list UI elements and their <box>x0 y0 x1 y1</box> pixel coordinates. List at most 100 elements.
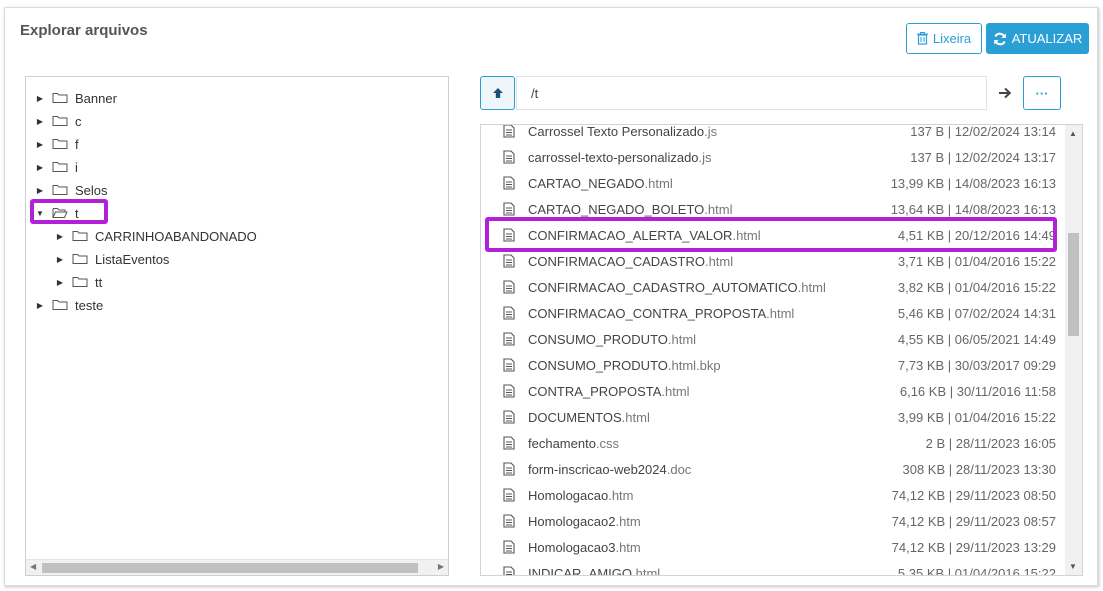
file-name: DOCUMENTOS.html <box>528 410 650 425</box>
file-extension: .html <box>632 565 661 576</box>
more-icon: ··· <box>1035 85 1049 101</box>
file-row[interactable]: CONFIRMACAO_CONTRA_PROPOSTA.html 5,46 KB … <box>481 300 1066 326</box>
file-icon <box>503 306 515 320</box>
file-base-name: carrossel-texto-personalizado <box>528 149 699 165</box>
file-icon <box>503 566 515 575</box>
more-options-button[interactable]: ··· <box>1023 76 1061 110</box>
file-icon <box>503 384 515 398</box>
scroll-down-icon[interactable]: ▼ <box>1069 562 1077 571</box>
file-name: CONTRA_PROPOSTA.html <box>528 384 690 399</box>
tree-item[interactable]: ▶ CARRINHOABANDONADO <box>54 226 257 246</box>
file-extension: .html.bkp <box>667 357 721 373</box>
file-icon <box>503 176 515 190</box>
file-name: CONSUMO_PRODUTO.html <box>528 332 696 347</box>
file-size-date: 7,73 KB | 30/03/2017 09:29 <box>897 357 1056 373</box>
caret-right-icon[interactable]: ▶ <box>54 232 66 241</box>
file-row[interactable]: carrossel-texto-personalizado.js 137 B | … <box>481 144 1066 170</box>
scroll-left-icon[interactable]: ◀ <box>30 562 36 571</box>
file-list-vertical-scrollbar[interactable]: ▲ ▼ <box>1065 125 1082 575</box>
file-icon <box>503 358 515 372</box>
file-base-name: Carrossel Texto Personalizado <box>528 124 705 139</box>
file-name: CARTAO_NEGADO.html <box>528 176 673 191</box>
file-extension: .html <box>644 175 673 191</box>
file-size-date: 3,99 KB | 01/04/2016 15:22 <box>897 409 1056 425</box>
tree-item[interactable]: ▶ c <box>34 111 82 131</box>
file-size-date: 4,55 KB | 06/05/2021 14:49 <box>897 331 1056 347</box>
caret-right-icon[interactable]: ▶ <box>34 186 46 195</box>
file-row[interactable]: fechamento.css 2 B | 28/11/2023 16:05 <box>481 430 1066 456</box>
go-button[interactable] <box>993 84 1017 102</box>
trash-icon <box>916 32 928 45</box>
tree-item-label: Selos <box>75 182 108 198</box>
caret-right-icon[interactable]: ▶ <box>34 140 46 149</box>
trash-button-label: Lixeira <box>932 31 972 46</box>
trash-button[interactable]: Lixeira <box>906 23 982 54</box>
file-row[interactable]: CONTRA_PROPOSTA.html 6,16 KB | 30/11/2016… <box>481 378 1066 404</box>
file-icon <box>503 488 515 502</box>
tree-item-label: f <box>75 136 79 152</box>
file-row[interactable]: CONSUMO_PRODUTO.html.bkp 7,73 KB | 30/03/… <box>481 352 1066 378</box>
caret-right-icon[interactable]: ▶ <box>54 255 66 264</box>
file-row[interactable]: CONFIRMACAO_CADASTRO_AUTOMATICO.html 3,82… <box>481 274 1066 300</box>
file-extension: .js <box>698 149 712 165</box>
file-size-date: 5,46 KB | 07/02/2024 14:31 <box>897 305 1056 321</box>
file-extension: .html <box>704 253 734 269</box>
file-base-name: INDICAR_AMIGO <box>528 565 633 576</box>
scroll-up-icon[interactable]: ▲ <box>1069 129 1077 138</box>
file-base-name: CARTAO_NEGADO <box>528 175 645 191</box>
file-name: CARTAO_NEGADO_BOLETO.html <box>528 202 732 217</box>
file-row[interactable]: CARTAO_NEGADO.html 13,99 KB | 14/08/2023 … <box>481 170 1066 196</box>
folder-icon <box>52 300 68 310</box>
tree-item[interactable]: ▶ ListaEventos <box>54 249 170 269</box>
file-size-date: 3,71 KB | 01/04/2016 15:22 <box>897 253 1056 269</box>
file-icon <box>503 125 515 138</box>
file-base-name: CONFIRMACAO_CONTRA_PROPOSTA <box>528 305 767 321</box>
tree-item[interactable]: ▶ Selos <box>34 180 108 200</box>
refresh-icon <box>993 32 1006 45</box>
file-row[interactable]: INDICAR_AMIGO.html 5,35 KB | 01/04/2016 1… <box>481 560 1066 576</box>
tree-item[interactable]: ▶ teste <box>34 295 103 315</box>
file-base-name: CARTAO_NEGADO_BOLETO <box>528 201 705 217</box>
file-row[interactable]: form-inscricao-web2024.doc 308 KB | 28/11… <box>481 456 1066 482</box>
file-extension: .html <box>797 279 826 295</box>
tree-item[interactable]: ▶ f <box>34 134 79 154</box>
refresh-button[interactable]: ATUALIZAR <box>986 23 1089 54</box>
file-row[interactable]: CONSUMO_PRODUTO.html 4,55 KB | 06/05/2021… <box>481 326 1066 352</box>
tree-item-label: CARRINHOABANDONADO <box>95 228 257 244</box>
path-input[interactable] <box>516 76 987 110</box>
file-base-name: CONTRA_PROPOSTA <box>528 383 662 399</box>
tree-item[interactable]: ▶ Banner <box>34 88 117 108</box>
caret-right-icon[interactable]: ▶ <box>34 301 46 310</box>
arrow-up-icon <box>492 88 503 98</box>
tree-item[interactable]: ▶ tt <box>54 272 102 292</box>
caret-right-icon[interactable]: ▶ <box>54 278 66 287</box>
tree-item[interactable]: ▶ i <box>34 157 78 177</box>
parent-folder-button[interactable] <box>480 76 515 110</box>
scrollbar-thumb[interactable] <box>1068 233 1079 336</box>
tree-horizontal-scrollbar[interactable]: ◀ ▶ <box>26 559 448 575</box>
file-row[interactable]: Homologacao2.htm 74,12 KB | 29/11/2023 08… <box>481 508 1066 534</box>
file-name: form-inscricao-web2024.doc <box>528 462 691 477</box>
file-name: CONFIRMACAO_CADASTRO_AUTOMATICO.html <box>528 280 826 295</box>
file-name: Homologacao3.htm <box>528 540 641 555</box>
file-name: INDICAR_AMIGO.html <box>528 565 661 576</box>
file-base-name: DOCUMENTOS <box>528 409 622 425</box>
scrollbar-thumb[interactable] <box>42 563 418 573</box>
caret-right-icon[interactable]: ▶ <box>34 94 46 103</box>
file-icon <box>503 514 515 528</box>
caret-right-icon[interactable]: ▶ <box>34 117 46 126</box>
file-row[interactable]: Homologacao.htm 74,12 KB | 29/11/2023 08:… <box>481 482 1066 508</box>
folder-icon <box>52 93 68 103</box>
file-row[interactable]: DOCUMENTOS.html 3,99 KB | 01/04/2016 15:2… <box>481 404 1066 430</box>
folder-icon <box>52 162 68 172</box>
scroll-right-icon[interactable]: ▶ <box>438 562 444 571</box>
file-size-date: 137 B | 12/02/2024 13:14 <box>910 124 1056 139</box>
caret-right-icon[interactable]: ▶ <box>34 163 46 172</box>
file-row[interactable]: Carrossel Texto Personalizado.js 137 B | … <box>481 124 1066 144</box>
file-extension: .html <box>621 409 650 425</box>
file-name: Homologacao2.htm <box>528 514 641 529</box>
file-row[interactable]: Homologacao3.htm 74,12 KB | 29/11/2023 13… <box>481 534 1066 560</box>
arrow-right-icon <box>999 87 1012 99</box>
tree-item-label: teste <box>75 297 104 313</box>
tree-item-label: c <box>75 113 82 129</box>
